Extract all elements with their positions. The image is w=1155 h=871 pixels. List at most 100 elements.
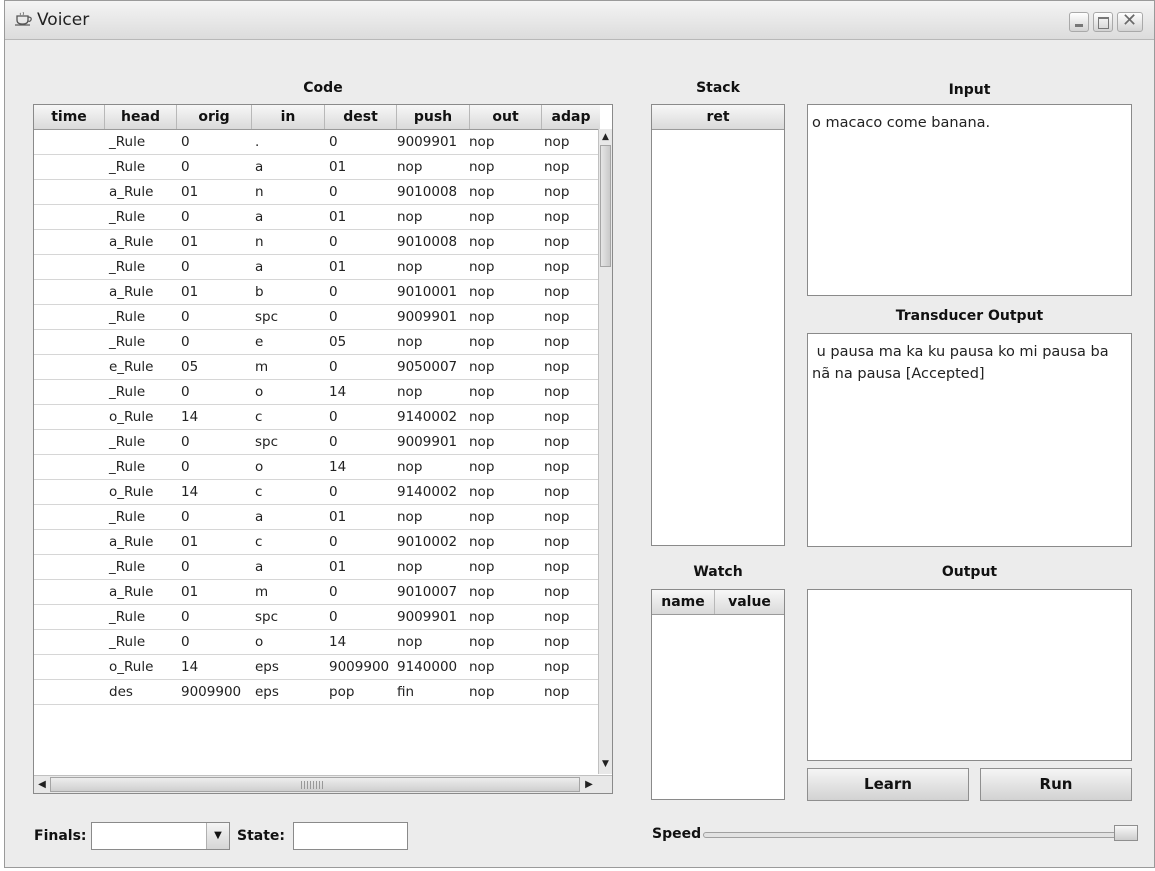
- column-header-out[interactable]: out: [470, 105, 542, 129]
- table-row[interactable]: _Rule 0 o 14 nop nop nop: [34, 455, 600, 480]
- cell-push: 9010001: [397, 284, 458, 300]
- cell-dest: 05: [329, 334, 347, 350]
- table-row[interactable]: _Rule 0 a 01 nop nop nop: [34, 555, 600, 580]
- table-row[interactable]: e_Rule 05 m 0 9050007 nop nop: [34, 355, 600, 380]
- cell-adap: nop: [544, 259, 570, 275]
- cell-adap: nop: [544, 184, 570, 200]
- cell-push: 9140000: [397, 659, 458, 675]
- code-vertical-scrollbar[interactable]: ▲ ▼: [598, 129, 612, 774]
- output-textarea[interactable]: [807, 589, 1132, 761]
- finals-combobox[interactable]: ▼: [91, 822, 230, 850]
- scroll-left-arrow-icon[interactable]: ◀: [35, 778, 49, 792]
- maximize-button[interactable]: [1093, 12, 1113, 32]
- table-row[interactable]: _Rule 0 spc 0 9009901 nop nop: [34, 605, 600, 630]
- chevron-down-icon[interactable]: ▼: [206, 823, 229, 849]
- column-header-adap[interactable]: adap: [542, 105, 600, 129]
- input-textarea[interactable]: o macaco come banana.: [807, 104, 1132, 296]
- column-header-orig[interactable]: orig: [177, 105, 252, 129]
- table-row[interactable]: _Rule 0 e 05 nop nop nop: [34, 330, 600, 355]
- watch-column-header-name[interactable]: name: [652, 590, 715, 614]
- cell-push: 9140002: [397, 409, 458, 425]
- cell-adap: nop: [544, 134, 570, 150]
- speed-slider-thumb[interactable]: [1114, 825, 1138, 841]
- cell-head: des: [109, 684, 133, 700]
- watch-table[interactable]: name value: [651, 589, 785, 800]
- cell-orig: 01: [181, 234, 199, 250]
- cell-head: a_Rule: [109, 184, 154, 200]
- cell-out: nop: [469, 334, 495, 350]
- cell-out: nop: [469, 534, 495, 550]
- cell-head: _Rule: [109, 309, 146, 325]
- table-row[interactable]: a_Rule 01 b 0 9010001 nop nop: [34, 280, 600, 305]
- table-row[interactable]: o_Rule 14 c 0 9140002 nop nop: [34, 405, 600, 430]
- table-row[interactable]: _Rule 0 a 01 nop nop nop: [34, 255, 600, 280]
- code-vertical-scroll-thumb[interactable]: [600, 145, 611, 267]
- table-row[interactable]: a_Rule 01 n 0 9010008 nop nop: [34, 230, 600, 255]
- column-header-head[interactable]: head: [105, 105, 177, 129]
- speed-label: Speed: [652, 826, 702, 842]
- cell-head: o_Rule: [109, 659, 154, 675]
- cell-orig: 14: [181, 659, 199, 675]
- table-row[interactable]: _Rule 0 spc 0 9009901 nop nop: [34, 430, 600, 455]
- state-field[interactable]: [293, 822, 408, 850]
- table-row[interactable]: o_Rule 14 eps 9009900 9140000 nop nop: [34, 655, 600, 680]
- column-header-dest[interactable]: dest: [325, 105, 397, 129]
- transducer-output-title: Transducer Output: [895, 308, 1044, 324]
- code-horizontal-scrollbar[interactable]: ◀ ▶: [34, 775, 612, 793]
- cell-push: nop: [397, 209, 423, 225]
- cell-head: e_Rule: [109, 359, 154, 375]
- column-header-in[interactable]: in: [252, 105, 325, 129]
- cell-adap: nop: [544, 609, 570, 625]
- cell-head: _Rule: [109, 384, 146, 400]
- cell-head: _Rule: [109, 334, 146, 350]
- cell-in: a: [255, 559, 264, 575]
- code-title: Code: [303, 80, 343, 96]
- table-row[interactable]: _Rule 0 spc 0 9009901 nop nop: [34, 305, 600, 330]
- scroll-down-arrow-icon[interactable]: ▼: [599, 757, 612, 771]
- table-row[interactable]: _Rule 0 a 01 nop nop nop: [34, 505, 600, 530]
- code-horizontal-scroll-thumb[interactable]: [50, 777, 580, 792]
- cell-dest: 14: [329, 384, 347, 400]
- code-table[interactable]: time head orig in dest push out adap _Ru…: [33, 104, 613, 794]
- table-row[interactable]: o_Rule 14 c 0 9140002 nop nop: [34, 480, 600, 505]
- column-header-push[interactable]: push: [397, 105, 470, 129]
- cell-push: nop: [397, 509, 423, 525]
- learn-button[interactable]: Learn: [807, 768, 969, 801]
- cell-push: nop: [397, 634, 423, 650]
- stack-column-header-ret[interactable]: ret: [652, 105, 784, 130]
- watch-column-header-value[interactable]: value: [715, 590, 784, 614]
- minimize-button[interactable]: [1069, 12, 1089, 32]
- table-row[interactable]: _Rule 0 a 01 nop nop nop: [34, 205, 600, 230]
- cell-in: spc: [255, 609, 279, 625]
- speed-slider[interactable]: [703, 832, 1138, 838]
- run-button[interactable]: Run: [980, 768, 1132, 801]
- cell-in: n: [255, 234, 264, 250]
- table-row[interactable]: _Rule 0. 0 9009901 nop nop: [34, 130, 600, 155]
- table-row[interactable]: a_Rule 01 n 0 9010008 nop nop: [34, 180, 600, 205]
- cell-head: _Rule: [109, 159, 146, 175]
- cell-push: 9010007: [397, 584, 458, 600]
- scroll-up-arrow-icon[interactable]: ▲: [599, 130, 612, 144]
- table-row[interactable]: _Rule 0 a 01 nop nop nop: [34, 155, 600, 180]
- cell-dest: 0: [329, 284, 338, 300]
- table-row[interactable]: des 9009900 eps pop fin nop nop: [34, 680, 600, 705]
- cell-head: _Rule: [109, 259, 146, 275]
- cell-out: nop: [469, 359, 495, 375]
- cell-orig: 0: [181, 384, 190, 400]
- transducer-output-textarea[interactable]: u pausa ma ka ku pausa ko mi pausa ba nã…: [807, 333, 1132, 547]
- cell-orig: 0: [181, 334, 190, 350]
- cell-orig: 0: [181, 559, 190, 575]
- table-row[interactable]: a_Rule 01 m 0 9010007 nop nop: [34, 580, 600, 605]
- title-bar[interactable]: Voicer: [5, 1, 1154, 40]
- stack-table[interactable]: ret: [651, 104, 785, 546]
- scroll-right-arrow-icon[interactable]: ▶: [582, 778, 596, 792]
- cell-in: e: [255, 334, 264, 350]
- close-button[interactable]: [1117, 10, 1143, 32]
- table-row[interactable]: _Rule 0 o 14 nop nop nop: [34, 630, 600, 655]
- cell-out: nop: [469, 309, 495, 325]
- table-row[interactable]: _Rule 0 o 14 nop nop nop: [34, 380, 600, 405]
- cell-out: nop: [469, 134, 495, 150]
- column-header-time[interactable]: time: [34, 105, 105, 129]
- cell-head: _Rule: [109, 434, 146, 450]
- table-row[interactable]: a_Rule 01 c 0 9010002 nop nop: [34, 530, 600, 555]
